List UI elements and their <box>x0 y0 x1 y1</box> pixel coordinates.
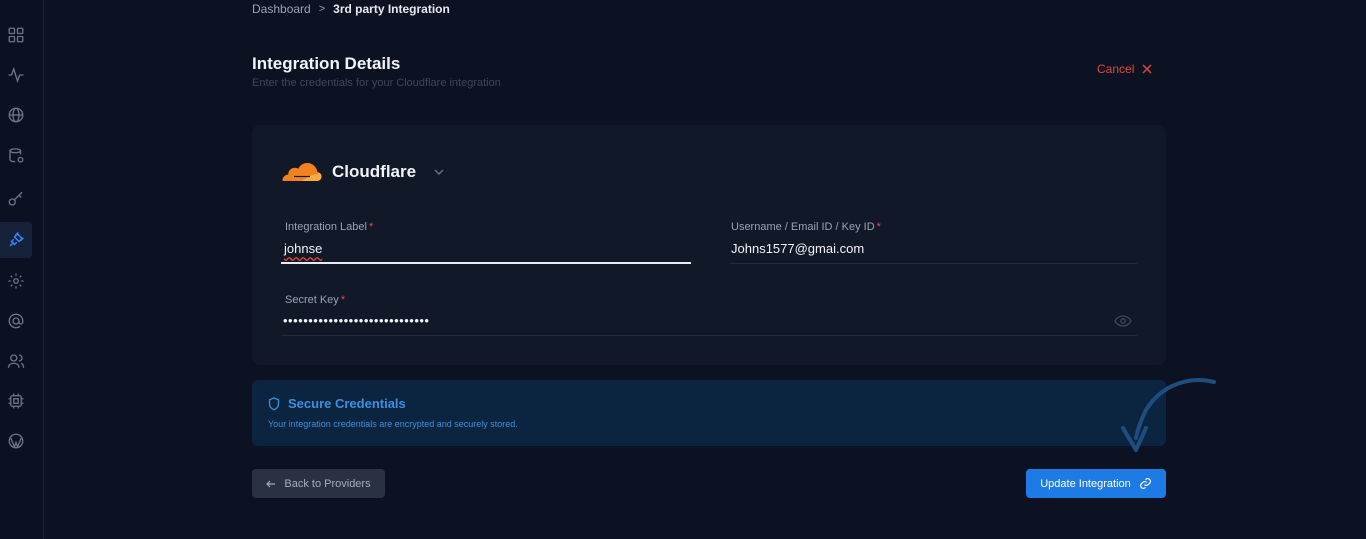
integration-card: Cloudflare Integration Label * johnse Use… <box>252 125 1166 365</box>
breadcrumb-separator: > <box>318 3 326 15</box>
chip-icon[interactable] <box>0 383 32 419</box>
cancel-button[interactable]: Cancel <box>1097 62 1152 76</box>
update-integration-button[interactable]: Update Integration <box>1026 469 1166 498</box>
dashboard-icon[interactable] <box>0 17 32 53</box>
key-icon[interactable] <box>0 181 32 217</box>
users-icon[interactable] <box>0 343 32 379</box>
secret-key-input[interactable]: ••••••••••••••••••••••••••••• <box>283 313 430 328</box>
username-label: Username / Email ID / Key ID * <box>731 221 881 233</box>
integration-label-input[interactable]: johnse <box>284 241 322 256</box>
page-subtitle: Enter the credentials for your Cloudflar… <box>252 77 501 89</box>
wordpress-icon[interactable] <box>0 423 32 459</box>
arrow-left-icon <box>266 480 276 487</box>
secret-key-underline <box>281 335 1137 336</box>
annotation-arrow <box>1121 378 1216 452</box>
page-title: Integration Details <box>252 54 401 73</box>
integration-label-underline <box>281 262 691 264</box>
main-content: Dashboard > 3rd party Integration Integr… <box>44 0 1366 539</box>
database-icon[interactable] <box>0 138 32 174</box>
secret-key-label: Secret Key * <box>285 294 346 306</box>
shield-icon <box>268 396 280 411</box>
settings-icon[interactable] <box>0 263 32 299</box>
secure-credentials-notice: Secure Credentials Your integration cred… <box>252 380 1166 446</box>
username-underline <box>729 263 1137 264</box>
sidebar <box>0 0 44 539</box>
link-icon <box>1139 478 1151 489</box>
close-icon <box>1142 64 1152 74</box>
breadcrumb-current: 3rd party Integration <box>333 2 450 16</box>
integration-label-label: Integration Label * <box>285 221 374 233</box>
cloudflare-logo-icon <box>282 163 322 181</box>
username-input[interactable]: Johns1577@gmai.com <box>731 241 864 256</box>
at-sign-icon[interactable] <box>0 303 32 339</box>
breadcrumb-dashboard-link[interactable]: Dashboard <box>252 2 311 16</box>
plug-icon[interactable] <box>0 222 32 258</box>
provider-selector[interactable]: Cloudflare <box>280 161 444 183</box>
activity-icon[interactable] <box>0 57 32 93</box>
eye-icon[interactable] <box>1114 315 1132 327</box>
secure-credentials-description: Your integration credentials are encrypt… <box>268 419 518 429</box>
chevron-down-icon[interactable] <box>434 169 444 175</box>
back-to-providers-button[interactable]: Back to Providers <box>252 469 385 498</box>
breadcrumb: Dashboard > 3rd party Integration <box>252 2 450 16</box>
globe-icon[interactable] <box>0 97 32 133</box>
provider-name: Cloudflare <box>332 162 417 181</box>
cancel-label: Cancel <box>1097 62 1135 76</box>
secure-credentials-title: Secure Credentials <box>268 396 406 411</box>
